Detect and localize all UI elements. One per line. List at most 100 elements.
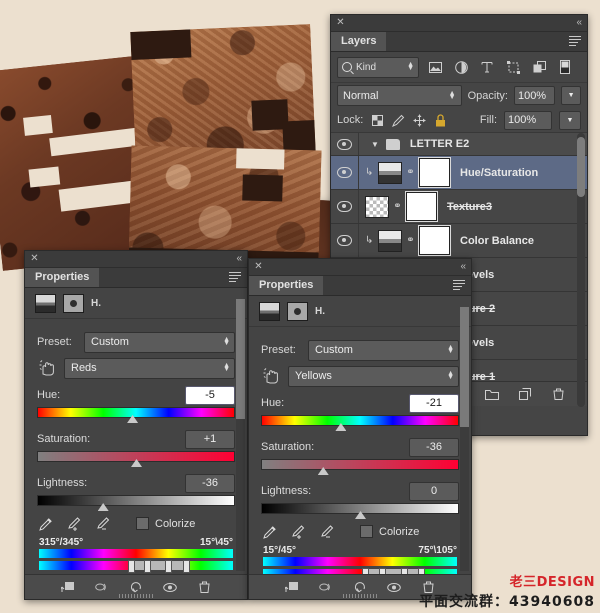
- layer-row[interactable]: ▼ LETTER E2: [331, 133, 587, 156]
- lock-position-icon[interactable]: [412, 113, 426, 127]
- channel-select[interactable]: Yellows ▲ ▼: [288, 365, 459, 387]
- scrollbar-thumb[interactable]: [577, 137, 585, 197]
- adjustment-clip-icon[interactable]: [63, 293, 84, 313]
- colorize-checkbox-wrap[interactable]: Colorize: [136, 517, 195, 530]
- close-icon[interactable]: ✕: [336, 18, 345, 28]
- collapse-icon[interactable]: «: [460, 261, 466, 272]
- hue-knob[interactable]: [127, 415, 139, 423]
- eyedropper-subtract-icon[interactable]: [321, 524, 336, 539]
- close-icon[interactable]: ✕: [30, 254, 39, 264]
- properties-right-scrollbar[interactable]: [460, 307, 469, 571]
- saturation-track[interactable]: [37, 451, 235, 467]
- blend-mode-select[interactable]: Normal ▲ ▼: [337, 85, 462, 106]
- lightness-input[interactable]: -36: [185, 473, 235, 493]
- properties-right-tabrow[interactable]: Properties: [249, 276, 471, 296]
- adjustment-clip-icon[interactable]: [287, 301, 308, 321]
- lightness-track[interactable]: [261, 503, 459, 519]
- colorize-checkbox[interactable]: [360, 525, 373, 538]
- new-layer-icon[interactable]: [517, 387, 533, 401]
- properties-panel-left[interactable]: ✕ « Properties H. Preset: Custom ▲ ▼ Reds…: [24, 250, 248, 600]
- properties-left-tabrow[interactable]: Properties: [25, 268, 247, 288]
- layer-thumbnail[interactable]: [378, 229, 402, 252]
- delete-icon[interactable]: [196, 580, 212, 594]
- lightness-track[interactable]: [37, 495, 235, 511]
- layer-visibility-toggle[interactable]: [331, 133, 359, 155]
- properties-left-titlebar[interactable]: ✕ «: [25, 251, 247, 268]
- layer-mask-thumbnail[interactable]: [405, 191, 438, 222]
- clip-to-layer-icon[interactable]: [60, 580, 76, 594]
- color-range-selector[interactable]: [39, 560, 233, 573]
- layers-titlebar[interactable]: ✕ «: [331, 15, 587, 32]
- layer-row[interactable]: ↳ ⚭ Hue/Saturation: [331, 156, 587, 190]
- scrollbar-thumb[interactable]: [236, 299, 245, 419]
- panel-menu-icon[interactable]: [229, 272, 241, 282]
- on-image-adjust-icon[interactable]: [261, 367, 281, 385]
- collapse-icon[interactable]: «: [236, 253, 242, 264]
- panel-resize-grip[interactable]: [343, 594, 377, 598]
- delete-layer-icon[interactable]: [550, 387, 566, 401]
- lock-transparent-icon[interactable]: [370, 113, 384, 127]
- panel-resize-grip[interactable]: [119, 594, 153, 598]
- layer-visibility-toggle[interactable]: [331, 190, 359, 223]
- hue-input[interactable]: -5: [185, 385, 235, 405]
- range-stop-inner-right[interactable]: [165, 560, 173, 573]
- saturation-track[interactable]: [261, 459, 459, 475]
- panel-menu-icon[interactable]: [453, 280, 465, 290]
- range-stop-outer-right[interactable]: [182, 560, 190, 573]
- opacity-input[interactable]: 100%: [513, 86, 556, 105]
- hue-track[interactable]: [37, 407, 235, 423]
- layer-visibility-toggle[interactable]: [331, 156, 359, 189]
- opacity-dropdown-icon[interactable]: ▼: [561, 86, 581, 105]
- saturation-input[interactable]: +1: [185, 429, 235, 449]
- link-mask-icon[interactable]: ⚭: [406, 167, 415, 178]
- layer-thumbnail[interactable]: [378, 161, 402, 184]
- toggle-previous-icon[interactable]: [94, 580, 110, 594]
- layer-thumbnail[interactable]: [365, 195, 389, 218]
- adjustment-filter-icon[interactable]: [451, 57, 471, 77]
- reset-icon[interactable]: [128, 580, 144, 594]
- properties-left-scrollbar[interactable]: [236, 299, 245, 571]
- tab-properties[interactable]: Properties: [25, 268, 100, 287]
- eyedropper-add-icon[interactable]: [68, 516, 83, 531]
- type-filter-icon[interactable]: [477, 57, 497, 77]
- tab-properties[interactable]: Properties: [249, 276, 324, 295]
- close-icon[interactable]: ✕: [254, 262, 263, 272]
- properties-right-titlebar[interactable]: ✕ «: [249, 259, 471, 276]
- hue-input[interactable]: -21: [409, 393, 459, 413]
- range-stop-inner-left[interactable]: [143, 560, 151, 573]
- channel-select[interactable]: Reds ▲ ▼: [64, 357, 235, 379]
- toggle-visibility-icon[interactable]: [162, 580, 178, 594]
- panel-menu-icon[interactable]: [569, 36, 581, 46]
- layer-row[interactable]: ⚭ Texture3: [331, 190, 587, 224]
- scrollbar-thumb[interactable]: [460, 307, 469, 427]
- chevron-down-icon[interactable]: ▼: [371, 140, 379, 149]
- colorize-checkbox[interactable]: [136, 517, 149, 530]
- saturation-input[interactable]: -36: [409, 437, 459, 457]
- preset-select[interactable]: Custom ▲ ▼: [84, 331, 235, 353]
- eyedropper-add-icon[interactable]: [292, 524, 307, 539]
- hue-knob[interactable]: [335, 423, 347, 431]
- lock-image-icon[interactable]: [391, 113, 405, 127]
- on-image-adjust-icon[interactable]: [37, 359, 57, 377]
- layer-mask-thumbnail[interactable]: [418, 157, 451, 188]
- collapse-icon[interactable]: «: [576, 17, 582, 28]
- clip-to-layer-icon[interactable]: [284, 580, 300, 594]
- fill-dropdown-icon[interactable]: ▼: [559, 110, 581, 130]
- filter-toggle-icon[interactable]: [555, 57, 575, 77]
- toggle-previous-icon[interactable]: [318, 580, 334, 594]
- colorize-checkbox-wrap[interactable]: Colorize: [360, 525, 419, 538]
- saturation-knob[interactable]: [131, 459, 142, 467]
- preset-select[interactable]: Custom ▲ ▼: [308, 339, 459, 361]
- eyedropper-icon[interactable]: [263, 524, 278, 539]
- layer-mask-thumbnail[interactable]: [418, 225, 451, 256]
- pixel-filter-icon[interactable]: [425, 57, 445, 77]
- link-mask-icon[interactable]: ⚭: [406, 235, 415, 246]
- link-mask-icon[interactable]: ⚭: [393, 201, 402, 212]
- lock-all-icon[interactable]: [433, 113, 447, 127]
- range-stop-outer-left[interactable]: [128, 560, 136, 573]
- tab-layers[interactable]: Layers: [331, 32, 387, 51]
- layer-visibility-toggle[interactable]: [331, 224, 359, 257]
- saturation-knob[interactable]: [317, 467, 329, 475]
- smartobject-filter-icon[interactable]: [529, 57, 549, 77]
- layer-row[interactable]: ↳ ⚭ Color Balance: [331, 224, 587, 258]
